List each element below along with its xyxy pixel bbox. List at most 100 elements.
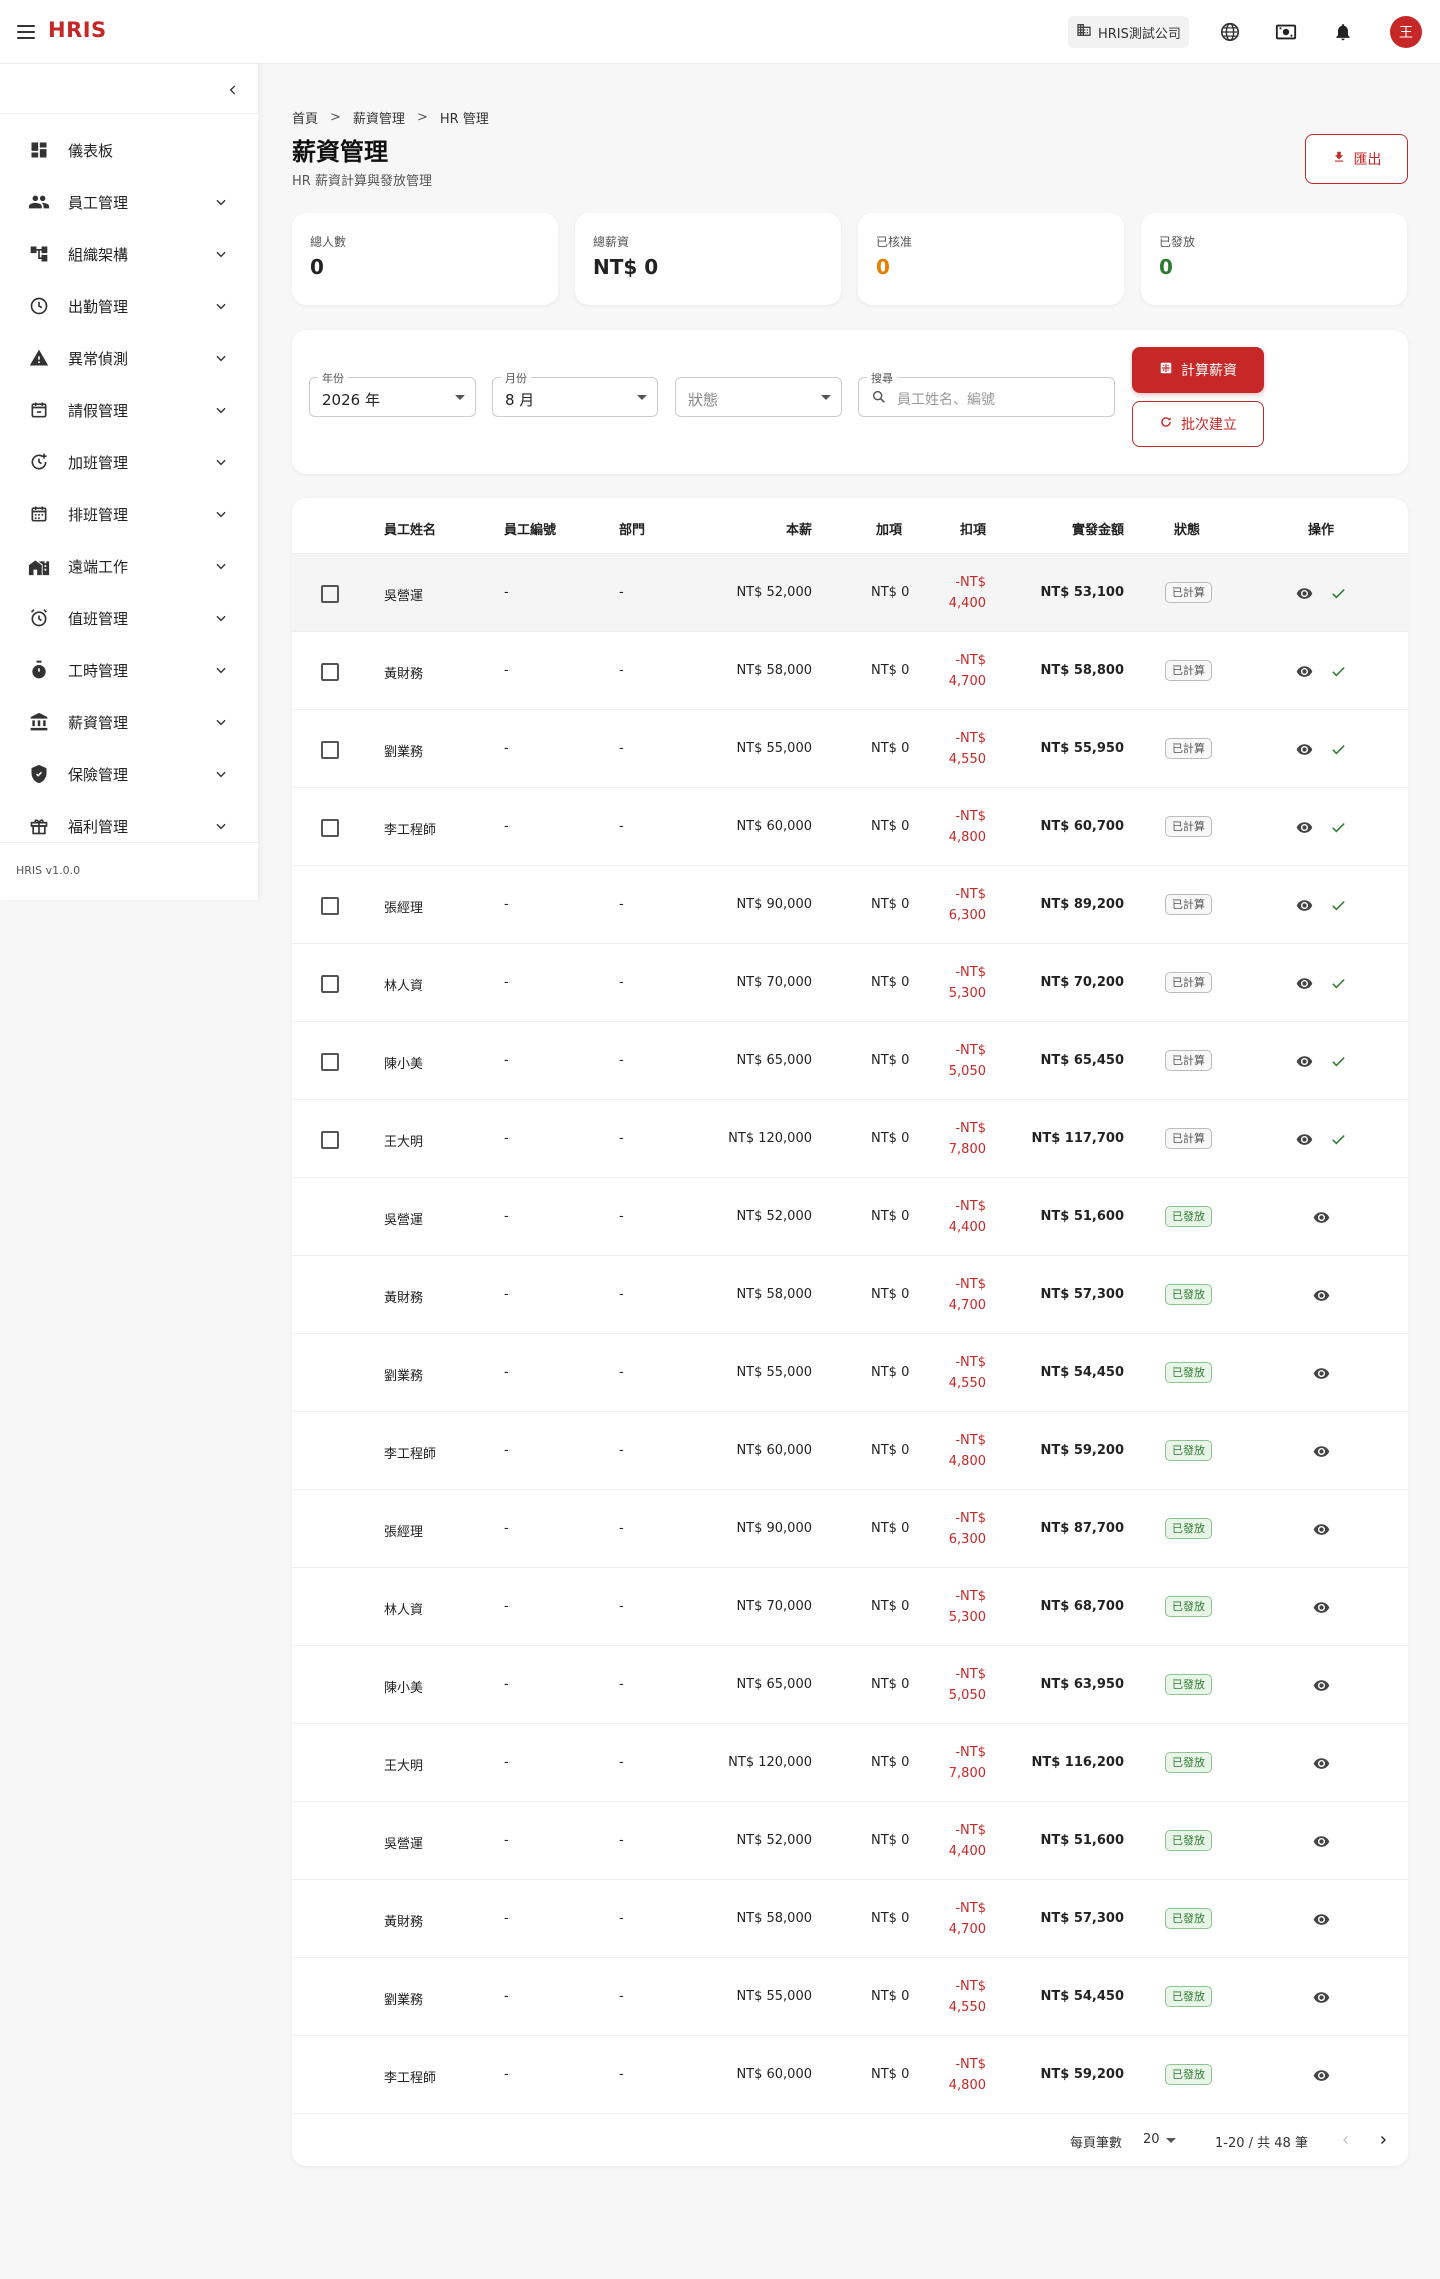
export-button[interactable]: 匯出 (1305, 134, 1408, 184)
search-input[interactable]: 搜尋 員工姓名、編號 (858, 370, 1115, 417)
table-row[interactable]: 王大明 - - NT$ 120,000 NT$ 0 -NT$ 7,800 NT$ 117,70… (292, 1100, 1408, 1178)
table-row[interactable]: 李工程師 - - NT$ 60,000 NT$ 0 -NT$ 4,800 NT$ 59,200… (292, 2036, 1408, 2114)
chevron-down-icon[interactable] (210, 451, 232, 473)
table-row[interactable]: 吳營運 - - NT$ 52,000 NT$ 0 -NT$ 4,400 NT$ 51,600 已… (292, 1178, 1408, 1256)
sidebar-item[interactable]: 工時管理 (0, 644, 259, 696)
table-row[interactable]: 吳營運 - - NT$ 52,000 NT$ 0 -NT$ 4,400 NT$ 51,600 已… (292, 1802, 1408, 1880)
view-icon[interactable] (1294, 583, 1314, 603)
batch-create-button[interactable]: 批次建立 (1132, 401, 1264, 447)
approve-check-icon[interactable] (1328, 895, 1348, 915)
sidebar-item[interactable]: 排班管理 (0, 488, 259, 540)
chevron-down-icon[interactable] (210, 295, 232, 317)
chevron-down-icon[interactable] (210, 607, 232, 629)
table-row[interactable]: 王大明 - - NT$ 120,000 NT$ 0 -NT$ 7,800 NT$ 116,20… (292, 1724, 1408, 1802)
status-select[interactable]: 狀態 (675, 377, 842, 417)
sidebar-item[interactable]: 儀表板 (0, 124, 259, 176)
chevron-down-icon[interactable] (210, 191, 232, 213)
col-additions[interactable]: 加項 (876, 519, 902, 538)
month-select[interactable]: 月份 8 月 (492, 370, 658, 417)
approve-check-icon[interactable] (1328, 1051, 1348, 1071)
approve-check-icon[interactable] (1328, 583, 1348, 603)
approve-check-icon[interactable] (1328, 973, 1348, 993)
view-icon[interactable] (1311, 1987, 1331, 2007)
table-row[interactable]: 陳小美 - - NT$ 65,000 NT$ 0 -NT$ 5,050 NT$ 63,950 已… (292, 1646, 1408, 1724)
rows-per-page-select[interactable]: 20 (1143, 2132, 1160, 2147)
chevron-down-icon[interactable] (210, 815, 232, 837)
view-icon[interactable] (1311, 1753, 1331, 1773)
breadcrumb-payroll[interactable]: 薪資管理 (353, 108, 405, 127)
row-checkbox[interactable] (321, 741, 339, 759)
calculate-payroll-button[interactable]: 計算薪資 (1132, 347, 1264, 393)
col-deductions[interactable]: 扣項 (954, 519, 986, 538)
row-checkbox[interactable] (321, 1131, 339, 1149)
col-net-pay[interactable]: 實發金額 (1062, 519, 1124, 538)
view-icon[interactable] (1311, 1597, 1331, 1617)
view-icon[interactable] (1311, 1909, 1331, 1929)
table-row[interactable]: 劉業務 - - NT$ 55,000 NT$ 0 -NT$ 4,550 NT$ 55,950 已… (292, 710, 1408, 788)
sidebar-item[interactable]: 薪資管理 (0, 696, 259, 748)
sidebar-item[interactable]: 值班管理 (0, 592, 259, 644)
approve-check-icon[interactable] (1328, 661, 1348, 681)
globe-icon[interactable] (1218, 20, 1242, 44)
sidebar-item[interactable]: 福利管理 (0, 800, 259, 842)
chevron-down-icon[interactable] (210, 555, 232, 577)
table-row[interactable]: 林人資 - - NT$ 70,000 NT$ 0 -NT$ 5,300 NT$ 70,200 已… (292, 944, 1408, 1022)
row-checkbox[interactable] (321, 975, 339, 993)
sidebar-item[interactable]: 遠端工作 (0, 540, 259, 592)
sidebar-item[interactable]: 請假管理 (0, 384, 259, 436)
approve-check-icon[interactable] (1328, 817, 1348, 837)
app-logo[interactable]: HRIS (48, 18, 107, 42)
chevron-down-icon[interactable] (210, 659, 232, 681)
sidebar-item[interactable]: 組織架構 (0, 228, 259, 280)
view-icon[interactable] (1311, 1207, 1331, 1227)
sidebar-item[interactable]: 異常偵測 (0, 332, 259, 384)
company-switcher[interactable]: HRIS測試公司 (1068, 16, 1189, 48)
chevron-down-icon[interactable] (210, 763, 232, 785)
year-select[interactable]: 年份 2026 年 (309, 370, 476, 417)
sidebar-item[interactable]: 員工管理 (0, 176, 259, 228)
chevron-down-icon[interactable] (210, 503, 232, 525)
table-row[interactable]: 陳小美 - - NT$ 65,000 NT$ 0 -NT$ 5,050 NT$ 65,450 已… (292, 1022, 1408, 1100)
col-employee-no[interactable]: 員工編號 (504, 519, 556, 538)
table-row[interactable]: 吳營運 - - NT$ 52,000 NT$ 0 -NT$ 4,400 NT$ 53,100 已… (292, 554, 1408, 632)
approve-check-icon[interactable] (1328, 739, 1348, 759)
view-icon[interactable] (1294, 661, 1314, 681)
row-checkbox[interactable] (321, 585, 339, 603)
breadcrumb-home[interactable]: 首頁 (292, 108, 318, 127)
view-icon[interactable] (1311, 1519, 1331, 1539)
row-checkbox[interactable] (321, 663, 339, 681)
chevron-down-icon[interactable] (210, 399, 232, 421)
table-row[interactable]: 林人資 - - NT$ 70,000 NT$ 0 -NT$ 5,300 NT$ 68,700 已… (292, 1568, 1408, 1646)
view-icon[interactable] (1294, 739, 1314, 759)
view-icon[interactable] (1294, 973, 1314, 993)
next-page-button[interactable] (1372, 2129, 1394, 2151)
dropdown-arrow-icon[interactable] (1166, 2138, 1176, 2143)
table-row[interactable]: 黃財務 - - NT$ 58,000 NT$ 0 -NT$ 4,700 NT$ 57,300 已… (292, 1256, 1408, 1334)
view-icon[interactable] (1311, 1831, 1331, 1851)
chevron-down-icon[interactable] (210, 243, 232, 265)
table-row[interactable]: 劉業務 - - NT$ 55,000 NT$ 0 -NT$ 4,550 NT$ 54,450 已… (292, 1958, 1408, 2036)
user-avatar[interactable]: 王 (1390, 16, 1422, 48)
table-row[interactable]: 李工程師 - - NT$ 60,000 NT$ 0 -NT$ 4,800 NT$ 60,700… (292, 788, 1408, 866)
table-row[interactable]: 劉業務 - - NT$ 55,000 NT$ 0 -NT$ 4,550 NT$ 54,450 已… (292, 1334, 1408, 1412)
bell-icon[interactable] (1331, 20, 1355, 44)
row-checkbox[interactable] (321, 897, 339, 915)
col-name[interactable]: 員工姓名 (384, 519, 436, 538)
table-row[interactable]: 張經理 - - NT$ 90,000 NT$ 0 -NT$ 6,300 NT$ 89,200 已… (292, 866, 1408, 944)
table-row[interactable]: 李工程師 - - NT$ 60,000 NT$ 0 -NT$ 4,800 NT$ 59,200… (292, 1412, 1408, 1490)
col-base-salary[interactable]: 本薪 (782, 519, 812, 538)
col-department[interactable]: 部門 (619, 519, 645, 538)
sidebar-item[interactable]: 加班管理 (0, 436, 259, 488)
previous-page-button[interactable] (1335, 2129, 1357, 2151)
view-icon[interactable] (1311, 2065, 1331, 2085)
menu-icon[interactable] (14, 20, 38, 44)
col-status[interactable]: 狀態 (1174, 519, 1200, 538)
view-icon[interactable] (1311, 1675, 1331, 1695)
sidebar-item[interactable]: 出勤管理 (0, 280, 259, 332)
view-icon[interactable] (1311, 1285, 1331, 1305)
table-row[interactable]: 黃財務 - - NT$ 58,000 NT$ 0 -NT$ 4,700 NT$ 57,300 已… (292, 1880, 1408, 1958)
table-row[interactable]: 黃財務 - - NT$ 58,000 NT$ 0 -NT$ 4,700 NT$ 58,800 已… (292, 632, 1408, 710)
chevron-down-icon[interactable] (210, 347, 232, 369)
view-icon[interactable] (1294, 1051, 1314, 1071)
sidebar-item[interactable]: 保險管理 (0, 748, 259, 800)
